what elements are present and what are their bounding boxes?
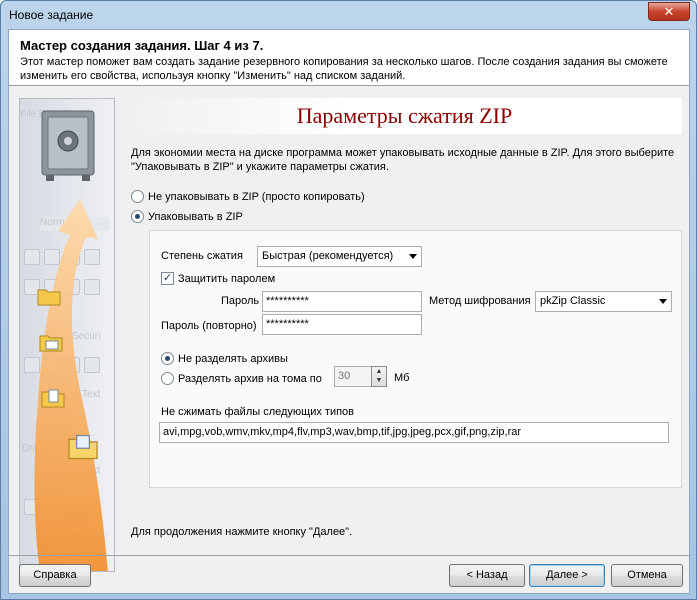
- back-button[interactable]: < Назад: [449, 564, 525, 587]
- password-repeat-field[interactable]: **********: [262, 314, 422, 335]
- pack-label: Упаковывать в ZIP: [148, 210, 243, 223]
- dialog-client: Мастер создания задания. Шаг 4 из 7. Это…: [8, 29, 690, 594]
- close-button[interactable]: ✕: [648, 2, 690, 21]
- no-split-radio[interactable]: [161, 352, 174, 365]
- pack-radio[interactable]: [131, 210, 144, 223]
- protect-label: Защитить паролем: [178, 272, 276, 285]
- volume-size-stepper[interactable]: ▲ ▼: [371, 366, 387, 387]
- stepper-down-icon[interactable]: ▼: [372, 376, 386, 385]
- wizard-side-illustration: File Edit View Normal Securi Text Draw E…: [19, 98, 115, 572]
- volume-unit-label: Мб: [394, 372, 410, 384]
- compression-level-select[interactable]: Быстрая (рекомендуется): [257, 246, 422, 267]
- split-radio[interactable]: [161, 372, 174, 385]
- compression-level-value: Быстрая (рекомендуется): [262, 250, 394, 262]
- exclude-label: Не сжимать файлы следующих типов: [161, 406, 355, 418]
- pack-option[interactable]: Упаковывать в ZIP: [131, 210, 243, 223]
- dialog-window: Новое задание ✕ Мастер создания задания.…: [0, 0, 697, 600]
- password-repeat-label: Пароль (повторно): [161, 320, 257, 332]
- page-title: Параметры сжатия ZIP: [127, 98, 682, 134]
- no-pack-radio[interactable]: [131, 190, 144, 203]
- folder-icon: [37, 289, 61, 306]
- wizard-description: Этот мастер поможет вам создать задание …: [20, 56, 668, 82]
- intro-text: Для экономии места на диске программа мо…: [131, 147, 675, 173]
- no-pack-option[interactable]: Не упаковывать в ZIP (просто копировать): [131, 190, 365, 203]
- chevron-down-icon: [409, 254, 417, 259]
- help-button[interactable]: Справка: [19, 564, 91, 587]
- close-icon: ✕: [663, 4, 675, 19]
- split-label: Разделять архив на тома по: [178, 372, 322, 385]
- password-label: Пароль: [221, 295, 260, 307]
- next-button[interactable]: Далее >: [529, 564, 605, 587]
- document-folder-icon: [41, 389, 65, 408]
- password-field[interactable]: **********: [262, 291, 422, 312]
- split-option[interactable]: Разделять архив на тома по: [161, 372, 322, 385]
- safe-icon: [41, 110, 95, 181]
- compression-level-label: Степень сжатия: [161, 250, 243, 262]
- wizard-header: Мастер создания задания. Шаг 4 из 7. Это…: [9, 30, 689, 86]
- no-split-label: Не разделять архивы: [178, 352, 288, 365]
- open-folder-icon: [68, 434, 98, 460]
- footer-divider: [9, 555, 689, 556]
- stepper-up-icon[interactable]: ▲: [372, 367, 386, 376]
- protect-checkbox[interactable]: ✓: [161, 272, 174, 285]
- exclude-types-field[interactable]: avi,mpg,vob,wmv,mkv,mp4,flv,mp3,wav,bmp,…: [159, 422, 669, 443]
- protect-option[interactable]: ✓ Защитить паролем: [161, 272, 275, 285]
- no-pack-label: Не упаковывать в ZIP (просто копировать): [148, 190, 365, 203]
- volume-size-field[interactable]: 30: [334, 366, 372, 387]
- encryption-select[interactable]: pkZip Classic: [535, 291, 672, 312]
- mail-folder-icon: [39, 335, 63, 352]
- window-title: Новое задание: [9, 8, 94, 22]
- encryption-value: pkZip Classic: [540, 295, 606, 307]
- no-split-option[interactable]: Не разделять архивы: [161, 352, 288, 365]
- cancel-button[interactable]: Отмена: [611, 564, 683, 587]
- footer-note: Для продолжения нажмите кнопку "Далее".: [131, 526, 353, 538]
- wizard-step-title: Мастер создания задания. Шаг 4 из 7.: [20, 38, 264, 53]
- encryption-label: Метод шифрования: [429, 295, 531, 307]
- title-bar[interactable]: Новое задание ✕: [1, 1, 696, 29]
- chevron-down-icon: [659, 299, 667, 304]
